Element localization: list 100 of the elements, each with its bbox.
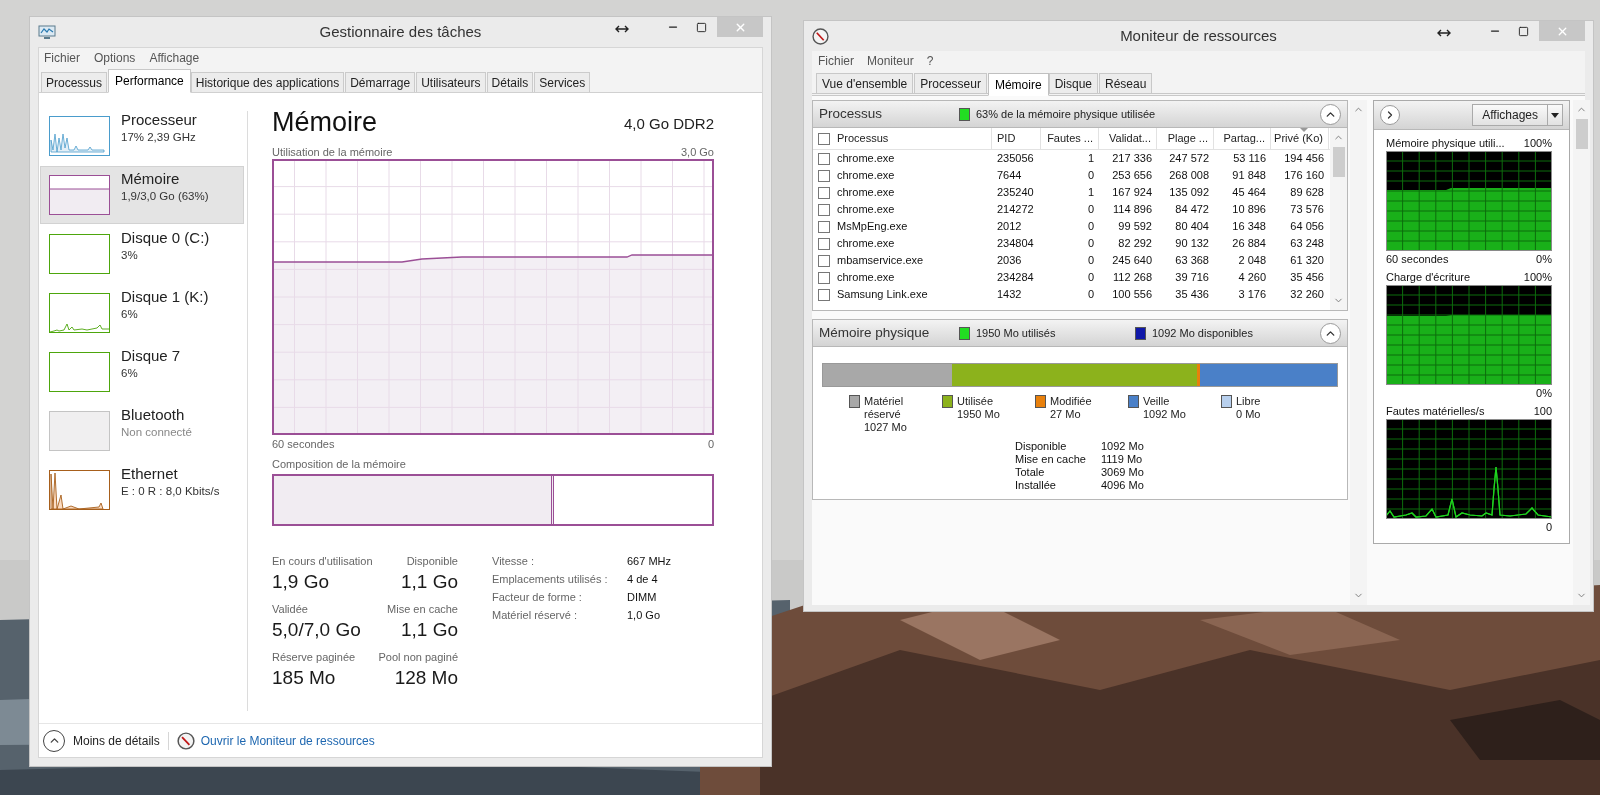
- table-cell-text: 2012: [997, 219, 1022, 235]
- sidebar-item[interactable]: Bluetooth Non connecté: [40, 402, 244, 460]
- tab[interactable]: Utilisateurs: [416, 72, 486, 92]
- spec-label: Matériel réservé :: [492, 608, 578, 622]
- sidebar-item[interactable]: Mémoire 1,9/3,0 Go (63%): [40, 166, 244, 224]
- graph-label: Utilisation de la mémoire: [272, 145, 393, 159]
- table-cell-text: 0: [1087, 168, 1094, 184]
- tab[interactable]: Réseau: [1099, 73, 1153, 93]
- legend-value: 1950 Mo: [957, 408, 1001, 421]
- tab[interactable]: Disque: [1048, 73, 1098, 93]
- sort-arrow-icon: [1299, 128, 1308, 132]
- column-header[interactable]: Processus: [813, 128, 992, 149]
- menu-item[interactable]: Affichage: [149, 49, 200, 67]
- dropdown-button[interactable]: [1547, 105, 1562, 125]
- tab[interactable]: Démarrage: [345, 72, 416, 92]
- device-name: Bluetooth: [121, 405, 186, 424]
- menu-item[interactable]: Fichier: [44, 49, 80, 67]
- checkbox[interactable]: [818, 152, 830, 165]
- tab[interactable]: Détails: [486, 72, 534, 92]
- spec-value: DIMM: [627, 590, 658, 604]
- fewer-details-button[interactable]: Moins de détails: [43, 729, 160, 752]
- table-row[interactable]: Samsung Link.exe 1432 0 100 556 35 436 3 176 32 260: [813, 286, 1330, 303]
- checkbox[interactable]: [818, 169, 830, 182]
- table-row[interactable]: chrome.exe 235056 1 217 336 247 572 53 116 194 456: [813, 150, 1330, 167]
- maximize-icon: [1517, 25, 1529, 37]
- table-cell-text: 2036: [997, 253, 1022, 269]
- sidebar-item[interactable]: Disque 1 (K:) 6%: [40, 284, 244, 342]
- menu-item[interactable]: ?: [926, 52, 934, 70]
- checkbox[interactable]: [818, 237, 830, 250]
- open-resource-monitor-link[interactable]: Ouvrir le Moniteur de ressources: [200, 731, 375, 750]
- tab[interactable]: Mémoire: [987, 73, 1049, 96]
- checkbox[interactable]: [818, 186, 830, 199]
- table-cell-text: 16 348: [1232, 219, 1266, 235]
- legend-value: 1092 Mo: [1143, 408, 1187, 421]
- scrollbar[interactable]: [1573, 100, 1590, 605]
- table-cell-text: 3 176: [1238, 287, 1266, 303]
- scrollbar[interactable]: [1330, 128, 1347, 310]
- tab[interactable]: Processus: [41, 72, 108, 92]
- table-cell-text: 35 436: [1175, 287, 1209, 303]
- column-header[interactable]: PID: [992, 128, 1041, 149]
- column-header[interactable]: Partag...: [1214, 128, 1271, 149]
- caret-icon: [1551, 112, 1559, 118]
- table-cell-text: 253 656: [1112, 168, 1152, 184]
- memory-counter: 1092 Mo disponibles: [1152, 325, 1253, 341]
- table-row[interactable]: chrome.exe 7644 0 253 656 268 008 91 848 176 160: [813, 167, 1330, 184]
- table-cell-text: MsMpEng.exe: [837, 219, 908, 235]
- table-cell-text: 245 640: [1112, 253, 1152, 269]
- collapse-button[interactable]: [1320, 322, 1341, 344]
- table-row[interactable]: chrome.exe 234804 0 82 292 90 132 26 884 63 248: [813, 235, 1330, 252]
- sidebar-item[interactable]: Ethernet E : 0 R : 8,0 Kbits/s: [40, 461, 244, 519]
- column-header[interactable]: Validat...: [1099, 128, 1157, 149]
- tab[interactable]: Vue d'ensemble: [816, 73, 914, 93]
- tab[interactable]: Processeur: [914, 73, 987, 93]
- collapse-button[interactable]: [1320, 103, 1341, 125]
- summary-label: Mise en cache: [1015, 453, 1087, 466]
- sidebar-item[interactable]: Disque 0 (C:) 3%: [40, 225, 244, 283]
- column-header[interactable]: Fautes ...: [1041, 128, 1099, 149]
- menu-item[interactable]: Moniteur: [867, 52, 914, 70]
- table-cell-text: 1: [1087, 185, 1094, 201]
- table-row[interactable]: MsMpEng.exe 2012 0 99 592 80 404 16 348 64 056: [813, 218, 1330, 235]
- table-cell-text: 0: [1087, 219, 1094, 235]
- legend-value: 27 Mo: [1050, 408, 1082, 421]
- scrollbar-thumb[interactable]: [1332, 147, 1345, 177]
- tab[interactable]: Historique des applications: [190, 72, 345, 92]
- table-row[interactable]: chrome.exe 214272 0 114 896 84 472 10 896 73 576: [813, 201, 1330, 218]
- table-cell-text: 82 292: [1118, 236, 1152, 252]
- device-name: Ethernet: [121, 464, 179, 483]
- device-name: Disque 0 (C:): [121, 228, 210, 247]
- table-cell-text: 0: [1087, 202, 1094, 218]
- checkbox[interactable]: [818, 132, 830, 145]
- sidebar-item[interactable]: Processeur 17% 2,39 GHz: [40, 107, 244, 165]
- table-cell-text: 0: [1087, 270, 1094, 286]
- checkbox[interactable]: [818, 254, 830, 267]
- tab[interactable]: Services: [534, 72, 591, 92]
- scrollbar[interactable]: [1350, 100, 1367, 605]
- checkbox[interactable]: [818, 271, 830, 284]
- menu-item[interactable]: Options: [94, 49, 136, 67]
- checkbox[interactable]: [818, 288, 830, 301]
- table-row[interactable]: chrome.exe 234284 0 112 268 39 716 4 260 35 456: [813, 269, 1330, 286]
- menu-item[interactable]: Fichier: [818, 52, 854, 70]
- table-cell-text: 39 716: [1175, 270, 1209, 286]
- composition-label: Composition de la mémoire: [272, 457, 407, 471]
- table-cell-text: chrome.exe: [837, 185, 895, 201]
- column-header[interactable]: Plage ...: [1157, 128, 1214, 149]
- graph-max-label: 100%: [1523, 135, 1552, 151]
- expand-pane-button[interactable]: [1380, 105, 1400, 125]
- checkbox[interactable]: [818, 203, 830, 216]
- tab[interactable]: Performance: [108, 69, 191, 93]
- checkbox[interactable]: [818, 220, 830, 233]
- scrollbar-thumb[interactable]: [1575, 119, 1588, 149]
- color-swatch: [959, 107, 970, 121]
- table-row[interactable]: chrome.exe 235240 1 167 924 135 092 45 464 89 628: [813, 184, 1330, 201]
- device-name: Processeur: [121, 110, 197, 129]
- sidebar-item[interactable]: Disque 7 6%: [40, 343, 244, 401]
- table-cell-text: 99 592: [1118, 219, 1152, 235]
- table-cell-text: 167 924: [1112, 185, 1152, 201]
- column-header[interactable]: Privé (Ko): [1271, 128, 1329, 149]
- table-row[interactable]: mbamservice.exe 2036 0 245 640 63 368 2 048 61 320: [813, 252, 1330, 269]
- device-name: Disque 7: [121, 346, 181, 365]
- maximize-icon: [695, 21, 707, 33]
